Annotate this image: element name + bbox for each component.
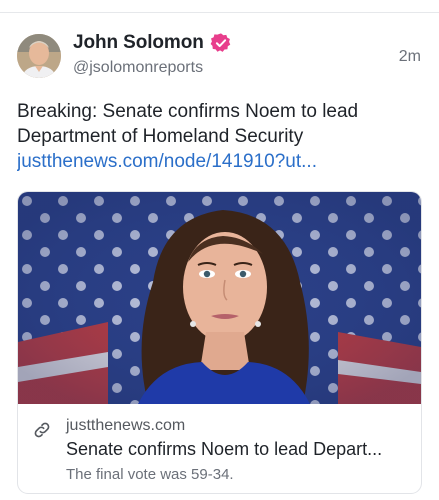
post-link[interactable]: justthenews.com/node/141910?ut... <box>17 149 422 174</box>
post-text: Breaking: Senate confirms Noem to lead D… <box>17 101 359 147</box>
card-image <box>18 192 421 404</box>
avatar[interactable] <box>17 34 61 78</box>
link-preview-card[interactable]: justthenews.com Senate confirms Noem to … <box>17 191 422 494</box>
author-handle[interactable]: @jsolomonreports <box>73 59 203 77</box>
verified-badge-icon <box>210 32 232 54</box>
author-name-row[interactable]: John Solomon <box>73 32 232 54</box>
author-name[interactable]: John Solomon <box>73 32 204 54</box>
top-divider <box>0 12 439 13</box>
card-domain: justthenews.com <box>66 417 186 434</box>
post-timestamp: 2m <box>398 48 421 65</box>
card-description: The final vote was 59-34. <box>66 466 234 483</box>
card-title[interactable]: Senate confirms Noem to lead Depart... <box>66 439 412 460</box>
card-footer[interactable]: justthenews.com Senate confirms Noem to … <box>18 404 421 493</box>
link-icon <box>32 420 52 440</box>
avatar-photo <box>17 34 61 78</box>
